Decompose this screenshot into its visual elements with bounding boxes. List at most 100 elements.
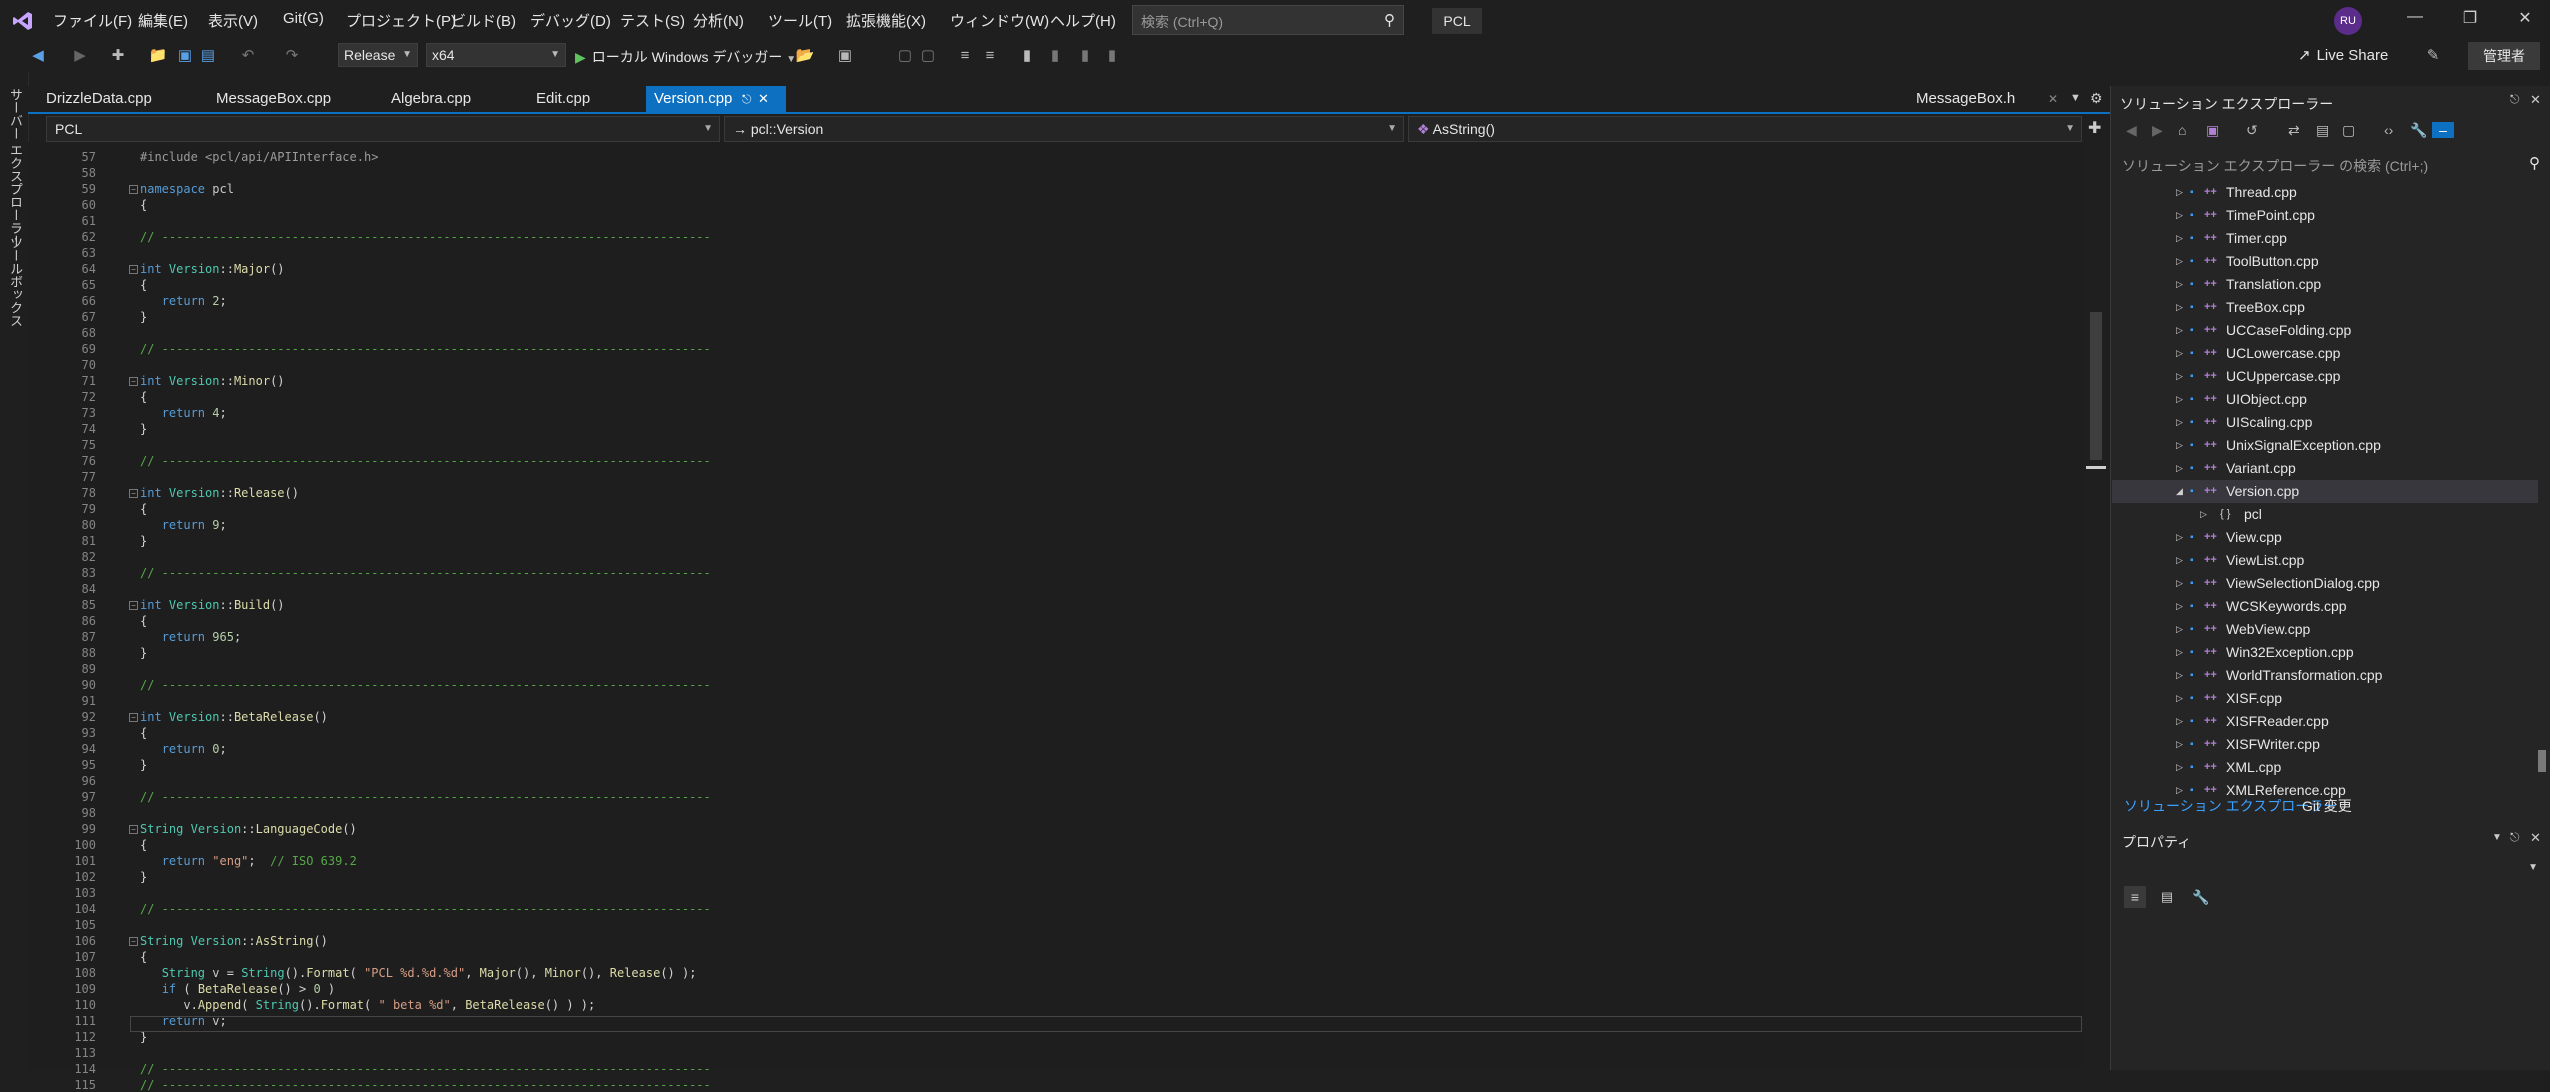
tree-item[interactable]: ▷ ▪ ++ Translation.cpp [2112,273,2538,296]
tree-item[interactable]: ▷ ▪ ++ UCUppercase.cpp [2112,365,2538,388]
fold-toggle-icon[interactable]: − [129,937,138,946]
outdent-icon[interactable]: ≡ [980,46,1000,66]
code-view-icon[interactable]: ‹› [2384,122,2393,138]
expand-icon[interactable]: ▷ [2176,434,2183,457]
tree-item[interactable]: ▷ ▪ ++ ViewSelectionDialog.cpp [2112,572,2538,595]
tree-item[interactable]: ▷ ▪ ++ XISFWriter.cpp [2112,733,2538,756]
start-debugging-button[interactable]: ▶ ローカル Windows デバッガー ▼ [575,45,796,69]
fold-toggle-icon[interactable]: − [129,185,138,194]
tree-item[interactable]: ▷ ▪ ++ UCLowercase.cpp [2112,342,2538,365]
tree-item[interactable]: ▷ ▪ ++ UCCaseFolding.cpp [2112,319,2538,342]
close-icon[interactable]: ✕ [2530,830,2541,846]
close-icon[interactable]: ✕ [2530,92,2541,108]
tab-messagebox-h[interactable]: MessageBox.h [1908,86,2023,112]
close-tab-icon[interactable]: ✕ [2048,92,2058,106]
expand-icon[interactable]: ▷ [2176,365,2183,388]
expand-icon[interactable]: ▷ [2176,342,2183,365]
expand-icon[interactable]: ▷ [2176,411,2183,434]
project-nav-select[interactable]: PCL ▼ [46,116,720,142]
configuration-select[interactable]: Release ▼ [338,43,418,67]
tree-item[interactable]: ▷ ▪ ++ XISF.cpp [2112,687,2538,710]
tab-list-icon[interactable]: ▼ [2070,92,2081,104]
categorized-icon[interactable]: ≡ [2124,886,2146,908]
platform-select[interactable]: x64 ▼ [426,43,566,67]
expand-icon[interactable]: ▷ [2176,388,2183,411]
expand-icon[interactable]: ▷ [2176,733,2183,756]
switch-view-icon[interactable]: ▣ [2206,122,2219,139]
preview-icon[interactable]: – [2432,122,2454,138]
fold-toggle-icon[interactable]: − [129,265,138,274]
fold-toggle-icon[interactable]: − [129,825,138,834]
tab-algebra[interactable]: Algebra.cpp [383,86,479,112]
tree-item[interactable]: ▷ ▪ ++ XISFReader.cpp [2112,710,2538,733]
menu-item[interactable]: デバッグ(D) [530,10,611,31]
menu-item[interactable]: テスト(S) [620,10,685,31]
fold-toggle-icon[interactable]: − [129,489,138,498]
expand-icon[interactable]: ▷ [2176,250,2183,273]
alphabetical-icon[interactable]: ▤ [2156,886,2178,908]
split-editor-icon[interactable]: ✚ [2088,118,2101,138]
home-icon[interactable]: ⌂ [2178,122,2186,138]
menu-item[interactable]: ツール(T) [768,10,832,31]
fold-toggle-icon[interactable]: − [129,377,138,386]
expand-icon[interactable]: ▷ [2176,457,2183,480]
scope-nav-select[interactable]: → pcl::Version ▼ [724,116,1404,142]
menu-item[interactable]: 編集(E) [138,10,188,31]
tab-version[interactable]: Version.cpp ⎋ ✕ [646,86,786,112]
show-all-files-icon[interactable]: ▢ [2342,122,2355,139]
settings-icon[interactable]: ⚙ [2090,90,2103,107]
expand-icon[interactable]: ▷ [2176,181,2183,204]
menu-item[interactable]: 分析(N) [693,10,744,31]
collapse-all-icon[interactable]: ▤ [2316,122,2329,139]
expand-icon[interactable]: ▷ [2176,549,2183,572]
bookmark-icon[interactable]: ▮ [1017,46,1037,66]
editor-scrollbar[interactable] [2082,142,2110,1070]
menu-item[interactable]: 拡張機能(X) [846,10,926,31]
menu-item[interactable]: プロジェクト(P) [346,10,456,31]
expand-icon[interactable]: ▷ [2176,756,2183,779]
open-folder-icon[interactable]: 📁 [148,46,168,66]
close-icon[interactable]: ✕ [2510,8,2540,34]
tree-item[interactable]: ▷ ▪ ++ UIObject.cpp [2112,388,2538,411]
tree-item[interactable]: ▷ ▪ ++ WCSKeywords.cpp [2112,595,2538,618]
properties-icon[interactable]: 🔧 [2410,122,2427,139]
tree-item[interactable]: ▷ { } pcl [2112,503,2538,526]
tree-item[interactable]: ▷ ▪ ++ WorldTransformation.cpp [2112,664,2538,687]
tree-item[interactable]: ▷ ▪ ++ XML.cpp [2112,756,2538,779]
chevron-down-icon[interactable]: ▼ [2492,832,2502,843]
pin-icon[interactable]: ⎋ [2510,830,2520,845]
menu-item[interactable]: ビルド(B) [451,10,516,31]
back-icon[interactable]: ◀ [28,46,48,66]
solution-search-input[interactable]: ソリューション エクスプローラー の検索 (Ctrl+;) ⚲ [2120,152,2540,176]
forward-icon[interactable]: ▶ [2152,122,2163,139]
history-icon[interactable]: ↺ [2246,122,2258,139]
vs-logo-icon[interactable] [12,10,34,32]
save-all-icon[interactable]: ▤ [198,46,218,66]
menu-item[interactable]: Git(G) [283,10,324,27]
tree-item[interactable]: ◢ ▪ ++ Version.cpp [2112,480,2538,503]
pin-icon[interactable]: ⎋ [742,86,752,112]
back-icon[interactable]: ◀ [2126,122,2137,139]
screenshot-icon[interactable]: ▣ [835,46,855,66]
layout-icon[interactable]: ▢ [895,46,915,66]
fold-toggle-icon[interactable]: − [129,601,138,610]
expand-icon[interactable]: ▷ [2176,526,2183,549]
search-box[interactable]: 検索 (Ctrl+Q) ⚲ [1132,5,1404,35]
expand-icon[interactable]: ◢ [2176,480,2183,503]
indent-icon[interactable]: ≡ [955,46,975,66]
expand-icon[interactable]: ▷ [2176,572,2183,595]
prev-bookmark-icon[interactable]: ▮ [1045,46,1065,66]
menu-item[interactable]: 表示(V) [208,10,258,31]
restore-icon[interactable]: ❐ [2455,8,2485,34]
tree-item[interactable]: ▷ ▪ ++ Variant.cpp [2112,457,2538,480]
expand-icon[interactable]: ▷ [2176,595,2183,618]
minimize-icon[interactable]: — [2400,8,2430,34]
tree-item[interactable]: ▷ ▪ ++ WebView.cpp [2112,618,2538,641]
code-editor[interactable] [60,142,2082,1070]
tab-drizzledata[interactable]: DrizzleData.cpp [38,86,160,112]
live-share-button[interactable]: ↗ Live Share [2298,46,2388,64]
property-pages-icon[interactable]: 🔧 [2190,886,2212,908]
clear-bookmark-icon[interactable]: ▮ [1102,46,1122,66]
sync-icon[interactable]: ⇄ [2288,122,2300,139]
pin-icon[interactable]: ⎋ [2510,92,2520,107]
